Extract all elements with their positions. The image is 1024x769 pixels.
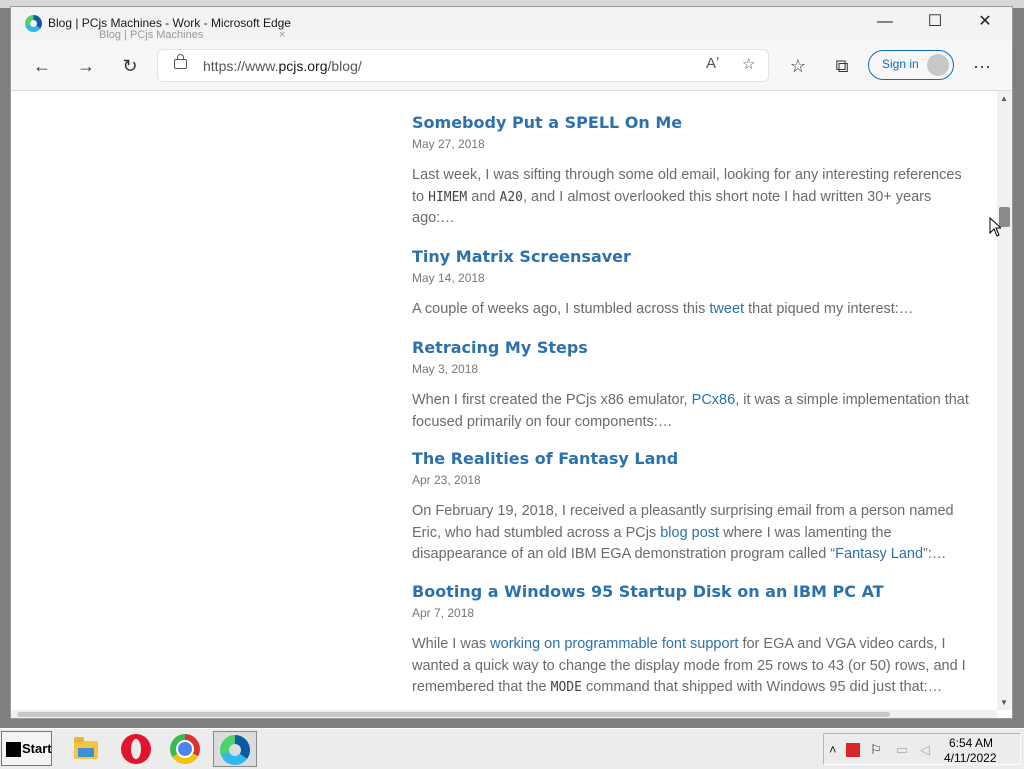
address-bar[interactable]: https://www.pcjs.org/blog/ Aʼ ☆ — [157, 49, 769, 82]
system-tray: ˄ ⚐ ▭ ◁ 6:54 AM 4/11/2022 — [823, 733, 1021, 765]
close-button[interactable]: ✕ — [962, 7, 1008, 39]
post-excerpt: A couple of weeks ago, I stumbled across… — [412, 301, 914, 317]
blog-post: Tiny Matrix Screensaver May 14, 2018 A c… — [412, 246, 972, 321]
post-title-link[interactable]: Booting a Windows 95 Startup Disk on an … — [412, 582, 884, 601]
favorites-button[interactable]: ☆ — [783, 51, 813, 81]
post-date: Apr 23, 2018 — [412, 473, 481, 487]
windows-flag-icon — [6, 742, 21, 757]
taskbar: Start ˄ ⚐ ▭ ◁ 6:54 AM 4/11/2022 — [0, 728, 1024, 769]
post-excerpt: While I was working on programmable font… — [412, 636, 966, 695]
start-label: Start — [22, 741, 52, 756]
window-title: Blog | PCjs Machines - Work - Microsoft … — [48, 16, 291, 30]
pcx86-link[interactable]: PCx86 — [692, 392, 736, 408]
page-content: Somebody Put a SPELL On Me May 27, 2018 … — [11, 91, 997, 710]
sign-in-label: Sign in — [882, 57, 919, 71]
edge-logo-icon — [25, 15, 42, 32]
opera-button[interactable] — [114, 731, 158, 767]
add-favorite-icon[interactable]: ☆ — [742, 55, 755, 73]
post-title-link[interactable]: The Realities of Fantasy Land — [412, 449, 678, 468]
tweet-link[interactable]: tweet — [709, 301, 744, 317]
clock-time[interactable]: 6:54 AM — [949, 736, 993, 750]
post-date: Apr 7, 2018 — [412, 606, 475, 620]
tab-close-icon[interactable]: × — [279, 29, 285, 41]
scroll-up-icon[interactable]: ▲ — [1000, 94, 1008, 103]
tray-expand-icon[interactable]: ˄ — [829, 742, 837, 757]
post-title-link[interactable]: Tiny Matrix Screensaver — [412, 247, 631, 266]
volume-icon[interactable]: ◁ — [920, 742, 930, 758]
read-aloud-icon[interactable]: Aʼ — [706, 55, 719, 72]
post-excerpt: When I first created the PCjs x86 emulat… — [412, 392, 969, 430]
post-date: May 27, 2018 — [412, 137, 485, 151]
more-menu-button[interactable]: ··· — [967, 51, 997, 81]
post-date: May 3, 2018 — [412, 362, 479, 376]
forward-button[interactable]: → — [71, 51, 101, 81]
post-date: May 14, 2018 — [412, 271, 485, 285]
minimize-button[interactable]: — — [862, 7, 908, 39]
opera-icon — [121, 734, 151, 764]
title-bar[interactable]: Blog | PCjs Machines - Work - Microsoft … — [11, 7, 1012, 41]
post-title-link[interactable]: Retracing My Steps — [412, 338, 588, 357]
fantasy-land-link[interactable]: Fantasy Land — [835, 546, 923, 562]
post-excerpt: On February 19, 2018, I received a pleas… — [412, 503, 954, 562]
browser-toolbar: ← → ↻ https://www.pcjs.org/blog/ Aʼ ☆ ☆ … — [11, 41, 1012, 91]
sign-in-button[interactable]: Sign in — [868, 50, 954, 80]
scroll-down-icon[interactable]: ▼ — [1000, 698, 1008, 707]
font-support-link[interactable]: working on programmable font support — [490, 636, 738, 652]
folder-icon — [74, 737, 98, 759]
browser-window: Blog | PCjs Machines - Work - Microsoft … — [10, 6, 1013, 719]
hscroll-thumb[interactable] — [17, 712, 890, 717]
refresh-button[interactable]: ↻ — [115, 51, 145, 81]
horizontal-scrollbar[interactable] — [11, 710, 997, 718]
post-title-link[interactable]: Somebody Put a SPELL On Me — [412, 113, 682, 132]
mouse-cursor-icon — [989, 217, 1001, 237]
avatar — [927, 54, 949, 76]
blog-post: Booting a Windows 95 Startup Disk on an … — [412, 581, 972, 699]
blog-post-link[interactable]: blog post — [660, 525, 719, 541]
chrome-icon — [170, 734, 200, 764]
blog-post: The Realities of Fantasy Land Apr 23, 20… — [412, 448, 972, 566]
blog-post: Somebody Put a SPELL On Me May 27, 2018 … — [412, 112, 972, 230]
url-text[interactable]: https://www.pcjs.org/blog/ — [203, 58, 362, 74]
file-explorer-button[interactable] — [64, 731, 108, 767]
vertical-scrollbar[interactable]: ▲ ▼ — [997, 91, 1012, 710]
collections-button[interactable]: ⧉ — [827, 51, 857, 81]
security-icon[interactable] — [846, 743, 860, 757]
blog-post: Retracing My Steps May 3, 2018 When I fi… — [412, 337, 972, 433]
post-excerpt: Last week, I was sifting through some ol… — [412, 167, 962, 226]
back-button[interactable]: ← — [27, 51, 57, 81]
clock-date[interactable]: 4/11/2022 — [944, 751, 997, 765]
chrome-button[interactable] — [163, 731, 207, 767]
maximize-button[interactable]: ☐ — [912, 7, 958, 39]
lock-icon[interactable] — [174, 54, 187, 69]
edge-taskbar-button[interactable] — [213, 731, 257, 767]
action-center-flag-icon[interactable]: ⚐ — [870, 742, 882, 758]
tab-label: Blog | PCjs Machines — [99, 29, 204, 41]
start-button[interactable]: Start — [1, 731, 52, 766]
edge-icon — [220, 735, 250, 765]
network-icon[interactable]: ▭ — [896, 742, 908, 758]
